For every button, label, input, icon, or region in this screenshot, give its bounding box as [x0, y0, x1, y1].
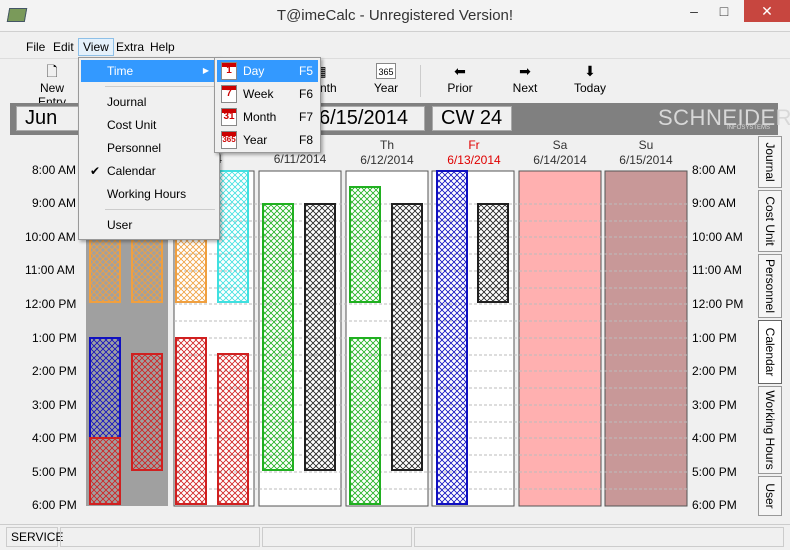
calendar-entry[interactable] [304, 203, 336, 471]
menu-item-personnel[interactable]: Personnel [81, 137, 217, 159]
title-bar: T@imeCalc - Unregistered Version! – □ ✕ [0, 0, 790, 32]
submenu-item-year[interactable]: 365 Year F8 [217, 129, 318, 151]
menu-help[interactable]: Help [146, 39, 179, 55]
calendar-entry[interactable] [175, 337, 207, 505]
submenu-label: Month [243, 110, 277, 124]
calendar-entry[interactable] [217, 353, 249, 505]
today-label: Today [573, 81, 607, 95]
year-icon: 365 [376, 63, 396, 79]
submenu-label: Day [243, 64, 265, 78]
status-cell [262, 527, 412, 547]
shortcut-label: F5 [299, 64, 314, 78]
maximize-button[interactable]: □ [710, 0, 738, 22]
submenu-item-day[interactable]: 1 Day F5 [217, 60, 318, 82]
view-menu: Time ▶ Journal Cost Unit Personnel ✔ Cal… [78, 57, 220, 240]
calendar-year-icon: 365 [221, 131, 237, 149]
calendar-entry[interactable] [349, 337, 381, 505]
tab-calendar[interactable]: Calendar [758, 320, 782, 384]
calendar-entry[interactable] [89, 437, 121, 505]
date-range-box: 6/15/2014 [310, 106, 425, 131]
schneider-logo: SCHNEIDER [658, 105, 790, 130]
status-cell [60, 527, 260, 547]
year-label: Year [373, 81, 399, 95]
tab-personnel[interactable]: Personnel [758, 254, 782, 318]
window-title: T@imeCalc - Unregistered Version! [276, 7, 514, 24]
menu-item-working-hours[interactable]: Working Hours [81, 183, 217, 205]
prior-button[interactable]: ⬅ Prior [445, 63, 475, 95]
next-button[interactable]: ➡ Next [510, 63, 540, 95]
tab-cost-unit[interactable]: Cost Unit [758, 190, 782, 252]
logo-subtitle: INFOSYSTEMS [727, 125, 771, 131]
checkmark-icon: ✔ [90, 164, 101, 178]
calendar-entry[interactable] [131, 235, 163, 303]
today-button[interactable]: ⬇ Today [572, 63, 608, 95]
status-user: SERVICE [6, 527, 63, 547]
calendar-entry[interactable] [175, 235, 207, 303]
menu-file[interactable]: File [22, 39, 49, 55]
menu-item-label: Time [107, 64, 134, 78]
tab-label: Calendar [763, 327, 777, 377]
tab-journal[interactable]: Journal [758, 136, 782, 188]
menu-item-journal[interactable]: Journal [81, 91, 217, 113]
time-submenu: 1 Day F5 7 Week F6 31 Month F7 365 Year … [214, 57, 321, 153]
minimize-button[interactable]: – [680, 0, 708, 22]
calendar-entry[interactable] [262, 203, 294, 471]
tab-label: Working Hours [763, 390, 777, 470]
prior-label: Prior [447, 81, 473, 95]
menu-item-time[interactable]: Time ▶ [81, 60, 217, 82]
close-button[interactable]: ✕ [744, 0, 790, 22]
tab-label: Cost Unit [763, 196, 777, 246]
menu-edit[interactable]: Edit [49, 39, 78, 55]
calendar-entry[interactable] [349, 186, 381, 303]
status-bar: SERVICE [0, 524, 790, 550]
calendar-week-icon: 7 [221, 85, 237, 103]
shortcut-label: F8 [299, 133, 314, 147]
calendar-entry[interactable] [131, 353, 163, 471]
shortcut-label: F7 [299, 110, 314, 124]
calendar-entry[interactable] [217, 170, 249, 303]
calendar-entry[interactable] [89, 337, 121, 439]
tab-label: Journal [763, 142, 777, 182]
new-entry-icon: 🗋 [46, 63, 58, 79]
submenu-item-week[interactable]: 7 Week F6 [217, 83, 318, 105]
side-tabs: Journal Cost Unit Personnel Calendar Wor… [758, 136, 784, 521]
menu-item-calendar[interactable]: ✔ Calendar [81, 160, 217, 182]
next-label: Next [512, 81, 538, 95]
menu-separator [105, 86, 215, 87]
tab-label: Personnel [763, 258, 777, 314]
menu-bar: File Edit View Extra Help [0, 37, 790, 57]
year-button[interactable]: 365 Year [370, 63, 402, 95]
status-cell [414, 527, 784, 547]
submenu-arrow-icon: ▶ [202, 66, 209, 75]
menu-view[interactable]: View [78, 38, 114, 56]
shortcut-label: F6 [299, 87, 314, 101]
calendar-month-icon: 31 [221, 108, 237, 126]
arrow-down-icon: ⬇ [584, 63, 596, 79]
arrow-left-icon: ⬅ [454, 63, 466, 79]
calendar-week-box: CW 24 [432, 106, 512, 131]
toolbar-separator [420, 65, 421, 97]
menu-separator [105, 209, 215, 210]
menu-item-label: Calendar [107, 164, 156, 178]
submenu-label: Week [243, 87, 274, 101]
calendar-entry[interactable] [477, 203, 509, 303]
menu-item-user[interactable]: User [81, 214, 217, 236]
tab-working-hours[interactable]: Working Hours [758, 386, 782, 474]
menu-item-cost-unit[interactable]: Cost Unit [81, 114, 217, 136]
calendar-day-icon: 1 [221, 62, 237, 80]
menu-extra[interactable]: Extra [112, 39, 148, 55]
calendar-entry[interactable] [89, 235, 121, 303]
month-box: Jun [16, 106, 86, 131]
tab-label: User [763, 483, 777, 509]
calendar-entry[interactable] [436, 170, 468, 505]
arrow-right-icon: ➡ [519, 63, 531, 79]
submenu-item-month[interactable]: 31 Month F7 [217, 106, 318, 128]
submenu-label: Year [243, 133, 268, 147]
tab-user[interactable]: User [758, 476, 782, 516]
calendar-entry[interactable] [391, 203, 423, 471]
